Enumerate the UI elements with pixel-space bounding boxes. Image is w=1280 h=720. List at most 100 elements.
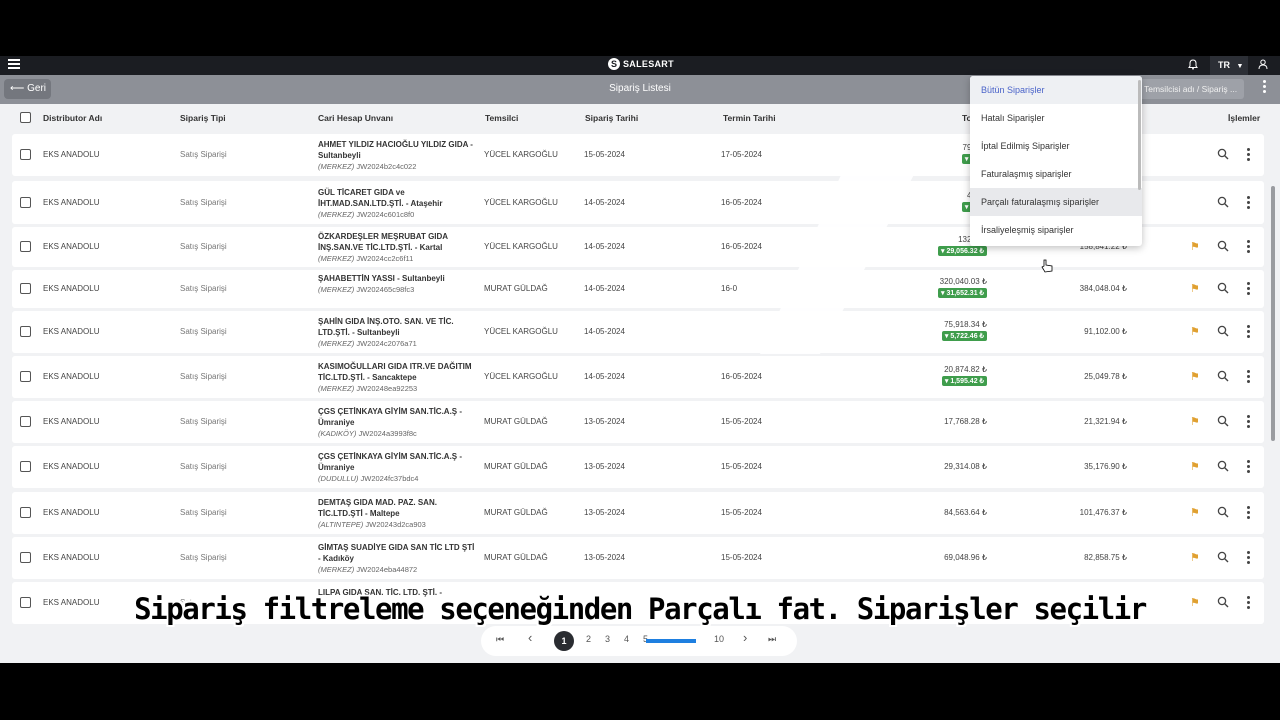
search-icon[interactable] (1217, 551, 1229, 565)
row-checkbox[interactable] (20, 196, 31, 208)
bell-icon[interactable] (1188, 59, 1198, 73)
row-account[interactable]: AHMET YILDIZ HACIOĞLU YILDIZ GIDA - Sult… (318, 139, 478, 172)
dropdown-item[interactable]: Bütün Siparişler (970, 76, 1142, 104)
row-account[interactable]: ŞAHABETTİN YASSI - Sultanbeyli (MERKEZ) … (318, 273, 478, 295)
flag-icon[interactable]: ⚑ (1190, 370, 1200, 383)
page-4[interactable]: 4 (624, 634, 629, 644)
row-account[interactable]: GİMTAŞ SUADİYE GIDA SAN TİC LTD ŞTİ - Ka… (318, 542, 478, 575)
more-vertical-icon[interactable] (1244, 415, 1252, 430)
row-checkbox[interactable] (20, 149, 31, 160)
table-row[interactable]: EKS ANADOLU Satış Siparişi KASIMOĞULLARI… (12, 356, 1264, 398)
row-rep: MURAT GÜLDAĞ (484, 284, 548, 293)
table-row[interactable]: EKS ANADOLU Satış Siparişi GİMTAŞ SUADİY… (12, 537, 1264, 579)
dropdown-scrollbar[interactable] (1138, 80, 1141, 190)
search-icon[interactable] (1217, 148, 1229, 162)
language-selector[interactable]: TR ▼ (1210, 56, 1248, 75)
row-account[interactable]: ÇGS ÇETİNKAYA GİYİM SAN.TİC.A.Ş - Ümrani… (318, 451, 478, 484)
menu-icon[interactable] (8, 59, 20, 71)
table-row[interactable]: EKS ANADOLU Satış Siparişi ŞAHİN GIDA İN… (12, 311, 1264, 353)
row-checkbox[interactable] (20, 241, 31, 252)
last-page-button[interactable]: ⏭ (768, 634, 776, 645)
more-vertical-icon[interactable] (1244, 282, 1252, 297)
row-checkbox[interactable] (20, 416, 31, 427)
row-account[interactable]: ŞAHİN GIDA İNŞ.OTO. SAN. VE TİC. LTD.ŞTİ… (318, 316, 478, 349)
flag-icon[interactable]: ⚑ (1190, 551, 1200, 564)
row-checkbox[interactable] (20, 283, 31, 294)
flag-icon[interactable]: ⚑ (1190, 325, 1200, 338)
search-icon[interactable] (1217, 282, 1229, 296)
table-row[interactable]: EKS ANADOLU Satış Siparişi ÇGS ÇETİNKAYA… (12, 446, 1264, 488)
col-rep: Temsilci (485, 113, 519, 123)
row-account[interactable]: KASIMOĞULLARI GIDA ITR.VE DAĞITIM TİC.LT… (318, 361, 478, 394)
discount-badge: ▾ 29,056.32 ₺ (937, 246, 987, 256)
search-icon[interactable] (1217, 460, 1229, 474)
flag-icon[interactable]: ⚑ (1190, 415, 1200, 428)
search-icon[interactable] (1217, 196, 1229, 210)
more-vertical-icon[interactable] (1244, 148, 1252, 163)
row-order-ref: (MERKEZ) JW202465c98fc3 (318, 284, 478, 295)
more-vertical-icon[interactable] (1244, 240, 1252, 255)
search-icon[interactable] (1217, 325, 1229, 339)
row-account[interactable]: GÜL TİCARET GIDA ve İHT.MAD.SAN.LTD.ŞTİ.… (318, 187, 478, 220)
row-account[interactable]: DEMTAŞ GIDA MAD. PAZ. SAN. TİC.LTD.ŞTİ -… (318, 497, 478, 530)
row-branch: (MERKEZ) (318, 565, 355, 574)
dropdown-item[interactable]: İrsaliyeleşmiş siparişler (970, 216, 1142, 244)
flag-icon[interactable]: ⚑ (1190, 506, 1200, 519)
more-vertical-icon[interactable] (1244, 506, 1252, 521)
row-checkbox[interactable] (20, 371, 31, 382)
search-input[interactable]: Temsilcisi adı / Sipariş ... (1138, 79, 1244, 99)
more-vertical-icon[interactable] (1256, 80, 1272, 98)
row-account[interactable]: ÇGS ÇETİNKAYA GİYİM SAN.TİC.A.Ş - Ümrani… (318, 406, 478, 439)
row-checkbox[interactable] (20, 507, 31, 518)
first-page-button[interactable]: ⏮ (496, 634, 504, 645)
row-amount-value: 17,768.28 ₺ (944, 417, 987, 426)
row-checkbox[interactable] (20, 552, 31, 563)
dropdown-item[interactable]: Hatalı Siparişler (970, 104, 1142, 132)
row-order-date: 14-05-2024 (584, 372, 625, 381)
more-vertical-icon[interactable] (1244, 460, 1252, 475)
page-2[interactable]: 2 (586, 634, 591, 644)
search-icon[interactable] (1217, 370, 1229, 384)
row-due-date: 16-0 (721, 284, 738, 293)
table-scrollbar[interactable] (1271, 186, 1275, 441)
row-order-date: 13-05-2024 (584, 462, 625, 471)
row-due-date: 15-05-2024 (721, 508, 762, 517)
row-branch: (MERKEZ) (318, 209, 355, 219)
row-due-date: 16-05-2024 (721, 372, 762, 381)
row-amount: 20,874.82 ₺ ▾ 1,595.42 ₺ (907, 365, 987, 386)
row-rep: MURAT GÜLDAĞ (484, 462, 548, 471)
row-checkbox[interactable] (20, 461, 31, 472)
table-row[interactable]: EKS ANADOLU Satış Siparişi ÇGS ÇETİNKAYA… (12, 401, 1264, 443)
row-total: 384,048.04 ₺ (1079, 284, 1127, 293)
dropdown-item[interactable]: Faturalaşmış siparişler (970, 160, 1142, 188)
page-10[interactable]: 10 (714, 634, 724, 644)
search-icon[interactable] (1217, 240, 1229, 254)
more-vertical-icon[interactable] (1244, 195, 1252, 211)
dropdown-item[interactable]: Parçalı faturalaşmış siparişler (970, 188, 1142, 216)
row-order-type: Satış Siparişi (180, 372, 227, 381)
next-page-button[interactable]: › (743, 630, 747, 645)
search-icon[interactable] (1217, 415, 1229, 429)
select-all-checkbox[interactable] (20, 112, 31, 123)
more-vertical-icon[interactable] (1244, 325, 1252, 340)
row-order-code: JW20243d2ca903 (365, 520, 426, 529)
row-total: 21,321.94 ₺ (1084, 417, 1127, 426)
page-3[interactable]: 3 (605, 634, 610, 644)
row-account[interactable]: ÖZKARDEŞLER MEŞRUBAT GIDA İNŞ.SAN.VE TİC… (318, 231, 478, 264)
current-page[interactable]: 1 (554, 631, 574, 651)
flag-icon[interactable]: ⚑ (1190, 240, 1200, 253)
table-row[interactable]: EKS ANADOLU Satış Siparişi ŞAHABETTİN YA… (12, 270, 1264, 308)
flag-icon[interactable]: ⚑ (1190, 460, 1200, 473)
more-vertical-icon[interactable] (1244, 370, 1252, 385)
user-icon[interactable] (1258, 59, 1268, 73)
dropdown-item[interactable]: İptal Edilmiş Siparişler (970, 132, 1142, 160)
redaction-mark (720, 324, 758, 336)
search-icon[interactable] (1217, 506, 1229, 520)
row-checkbox[interactable] (20, 326, 31, 337)
more-vertical-icon[interactable] (1244, 551, 1252, 566)
table-row[interactable]: EKS ANADOLU Satış Siparişi DEMTAŞ GIDA M… (12, 492, 1264, 534)
row-order-date: 14-05-2024 (584, 284, 625, 293)
prev-page-button[interactable]: ‹ (528, 630, 532, 645)
flag-icon[interactable]: ⚑ (1190, 282, 1200, 295)
discount-value: 1,595.42 ₺ (950, 378, 984, 385)
